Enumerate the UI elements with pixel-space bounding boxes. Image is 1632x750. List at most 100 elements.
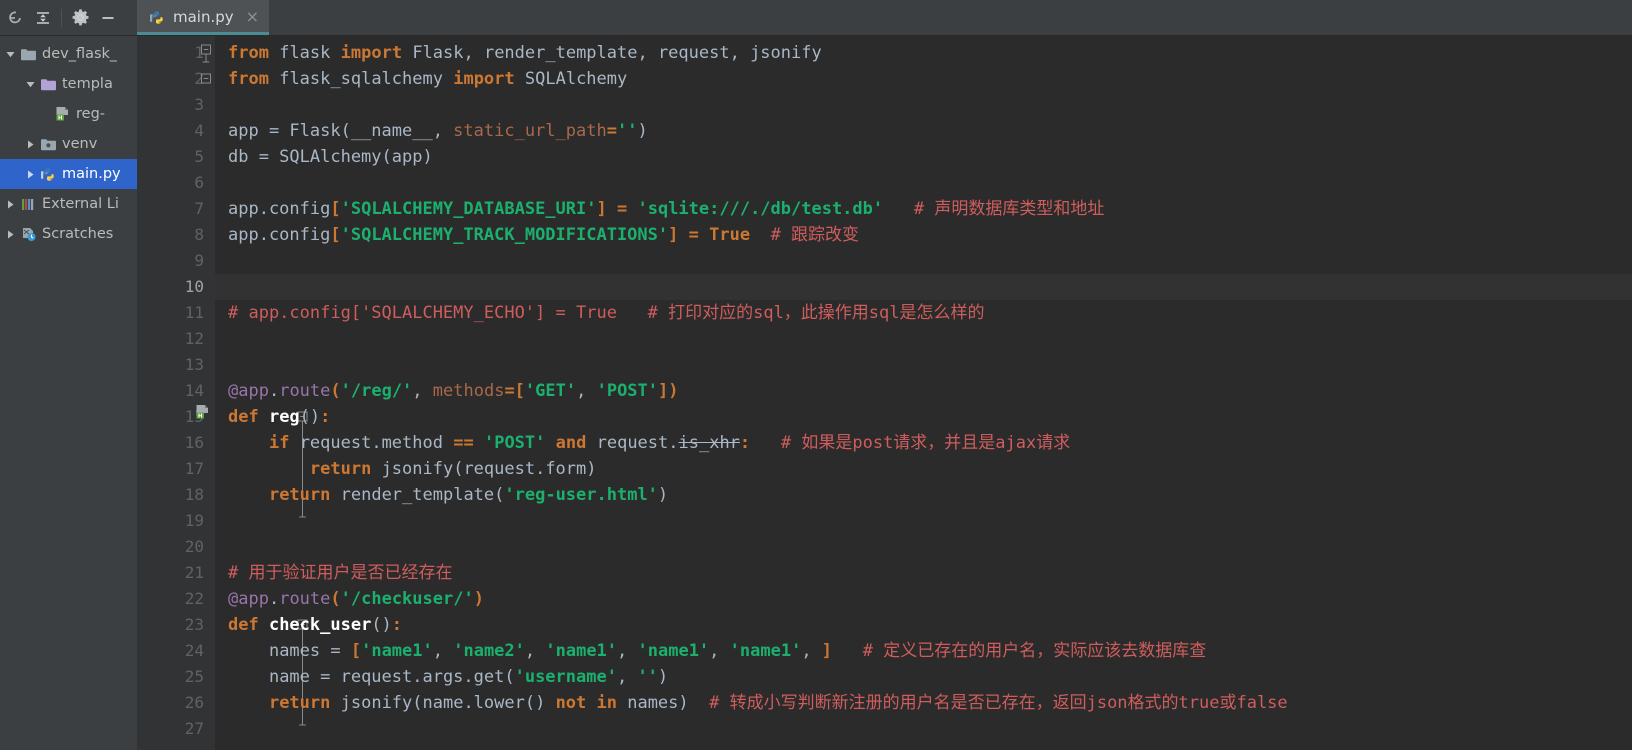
svg-text:H: H xyxy=(58,115,63,121)
line-number: 16 xyxy=(184,433,204,452)
tree-item-label: main.py xyxy=(62,166,121,182)
fold-import-region-icon[interactable] xyxy=(199,40,212,66)
tree-item-dev-flask[interactable]: dev_flask_ xyxy=(0,39,137,69)
svg-text:H: H xyxy=(198,413,203,419)
python-file-icon xyxy=(149,9,166,26)
line-number: 26 xyxy=(184,693,204,712)
tab-label: main.py xyxy=(173,8,234,26)
line-number: 23 xyxy=(184,615,204,634)
code-line-15: def reg(): xyxy=(228,407,331,427)
line-number: 25 xyxy=(184,667,204,686)
code-line-23: def check_user(): xyxy=(228,615,403,635)
restore-icon[interactable] xyxy=(2,5,28,31)
tree-item-label: venv xyxy=(62,136,98,152)
line-number: 27 xyxy=(184,719,204,738)
code-line-10-current xyxy=(215,274,1632,300)
code-line-4: app = Flask(__name__, static_url_path=''… xyxy=(228,121,648,141)
folder-templates-icon xyxy=(38,77,58,92)
tab-main-py[interactable]: main.py × xyxy=(137,0,270,35)
code-line-14: @app.route('/reg/', methods=['GET', 'POS… xyxy=(228,381,679,401)
code-line-22: @app.route('/checkuser/') xyxy=(228,589,484,609)
line-number: 7 xyxy=(194,199,204,218)
project-tree: dev_flask_ templa H reg- venv main.py Ex… xyxy=(0,36,137,750)
code-line-26: return jsonify(name.lower() not in names… xyxy=(268,693,1288,713)
line-number: 22 xyxy=(184,589,204,608)
code-editor[interactable]: 1 2 3 4 5 6 7 8 9 10 11 12 13 14 15 16 1… xyxy=(137,36,1632,750)
tree-item-reg-user-html[interactable]: H reg- xyxy=(0,99,137,129)
code-line-25: name = request.args.get('username', '') xyxy=(268,667,669,687)
code-line-5: db = SQLAlchemy(app) xyxy=(228,147,433,167)
line-number: 13 xyxy=(184,355,204,374)
fold-end-icon[interactable] xyxy=(199,66,212,92)
main-body: dev_flask_ templa H reg- venv main.py Ex… xyxy=(0,36,1632,750)
line-number: 5 xyxy=(194,147,204,166)
folder-icon xyxy=(18,47,38,62)
editor-tabs: main.py × xyxy=(137,0,1632,36)
line-number: 19 xyxy=(184,511,204,530)
line-number: 9 xyxy=(194,251,204,270)
line-number: 12 xyxy=(184,329,204,348)
project-toolwindow-toolbar xyxy=(0,0,137,36)
line-number-current: 10 xyxy=(184,277,204,296)
editor-gutter[interactable]: 1 2 3 4 5 6 7 8 9 10 11 12 13 14 15 16 1… xyxy=(137,36,215,750)
chevron-right-icon[interactable] xyxy=(2,199,18,210)
line-number: 6 xyxy=(194,173,204,192)
tree-item-label: External Li xyxy=(42,196,119,212)
line-number: 4 xyxy=(194,121,204,140)
line-number: 14 xyxy=(184,381,204,400)
collapse-all-icon[interactable] xyxy=(30,5,56,31)
code-line-21: # 用于验证用户是否已经存在 xyxy=(228,563,453,583)
external-libraries-icon xyxy=(18,197,38,212)
code-line-1: from flask import Flask, render_template… xyxy=(228,43,822,63)
chevron-right-icon[interactable] xyxy=(2,229,18,240)
line-number: 3 xyxy=(194,95,204,114)
line-number: 21 xyxy=(184,563,204,582)
code-line-24: names = ['name1', 'name2', 'name1', 'nam… xyxy=(268,641,1207,661)
tab-close-icon[interactable]: × xyxy=(246,9,259,25)
code-line-18: return render_template('reg-user.html') xyxy=(268,485,669,505)
line-number: 11 xyxy=(184,303,204,322)
hide-window-icon[interactable] xyxy=(95,5,121,31)
toolbar-separator xyxy=(61,8,62,27)
tree-item-templates[interactable]: templa xyxy=(0,69,137,99)
html-file-icon: H xyxy=(52,106,72,122)
line-number: 8 xyxy=(194,225,204,244)
tree-item-label: dev_flask_ xyxy=(42,46,118,62)
tree-item-label: reg- xyxy=(76,106,105,122)
tree-item-main-py[interactable]: main.py xyxy=(0,159,137,189)
tree-item-venv[interactable]: venv xyxy=(0,129,137,159)
chevron-right-icon[interactable] xyxy=(22,169,38,180)
top-bar: main.py × xyxy=(0,0,1632,36)
python-file-icon xyxy=(38,166,58,183)
chevron-down-icon[interactable] xyxy=(2,49,18,60)
code-line-7: app.config['SQLALCHEMY_DATABASE_URI'] = … xyxy=(228,199,1105,219)
html-template-gutter-icon[interactable]: H xyxy=(194,404,210,420)
tree-item-label: Scratches xyxy=(42,226,114,242)
line-number: 18 xyxy=(184,485,204,504)
code-line-11: # app.config['SQLALCHEMY_ECHO'] = True #… xyxy=(228,303,985,323)
tree-item-label: templa xyxy=(62,76,113,92)
tab-active-indicator xyxy=(137,32,270,35)
tree-item-external-libraries[interactable]: External Li xyxy=(0,189,137,219)
line-number: 17 xyxy=(184,459,204,478)
pycharm-window: main.py × dev_flask_ templa H reg- venv … xyxy=(0,0,1632,750)
line-number: 24 xyxy=(184,641,204,660)
tree-item-scratches[interactable]: Scratches xyxy=(0,219,137,249)
chevron-down-icon[interactable] xyxy=(22,79,38,90)
chevron-right-icon[interactable] xyxy=(22,139,38,150)
code-line-17: return jsonify(request.form) xyxy=(309,459,597,479)
scratches-icon xyxy=(18,226,38,242)
settings-gear-icon[interactable] xyxy=(67,5,93,31)
code-line-8: app.config['SQLALCHEMY_TRACK_MODIFICATIO… xyxy=(228,225,860,245)
folder-venv-icon xyxy=(38,137,58,152)
code-line-2: from flask_sqlalchemy import SQLAlchemy xyxy=(228,69,628,89)
code-area[interactable]: from flask import Flask, render_template… xyxy=(215,36,1632,750)
line-number: 20 xyxy=(184,537,204,556)
